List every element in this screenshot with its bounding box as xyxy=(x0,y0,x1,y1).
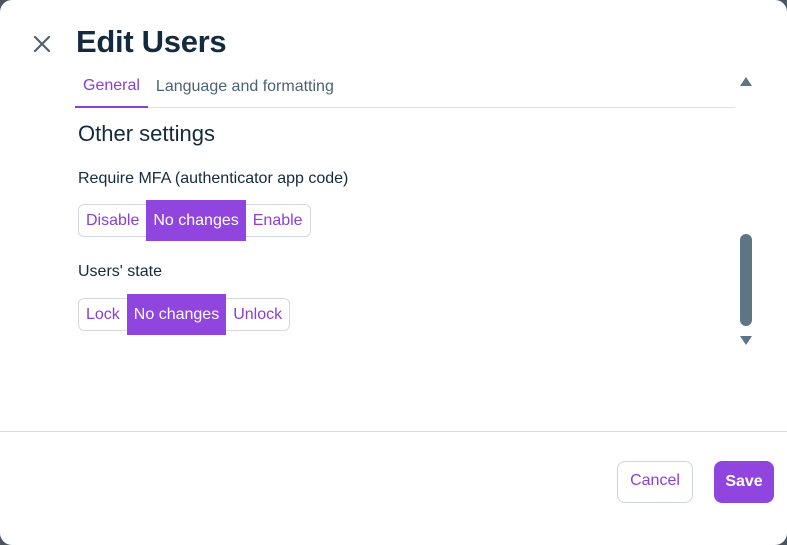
users-state-label: Users' state xyxy=(78,263,162,280)
mfa-disable-option[interactable]: Disable xyxy=(79,205,147,236)
scrollbar-thumb[interactable] xyxy=(740,234,752,326)
section-title: Other settings xyxy=(78,121,215,146)
users-state-segmented-control: Lock No changes Unlock xyxy=(78,294,291,335)
state-lock-option[interactable]: Lock xyxy=(79,299,127,330)
dialog-title: Edit Users xyxy=(76,24,227,59)
triangle-up-icon xyxy=(740,76,752,86)
cancel-button[interactable]: Cancel xyxy=(617,461,693,503)
triangle-down-icon xyxy=(740,335,752,345)
tab-general[interactable]: General xyxy=(75,66,148,108)
state-unlock-option[interactable]: Unlock xyxy=(226,299,290,330)
scroll-down-button[interactable] xyxy=(738,333,754,347)
state-no-changes-option[interactable]: No changes xyxy=(126,294,227,335)
scroll-up-button[interactable] xyxy=(738,74,754,88)
close-button[interactable] xyxy=(28,30,56,58)
mfa-label: Require MFA (authenticator app code) xyxy=(78,170,349,187)
close-icon xyxy=(33,35,51,53)
mfa-segmented-control: Disable No changes Enable xyxy=(78,200,311,241)
footer-divider xyxy=(0,431,787,432)
tab-language-and-formatting[interactable]: Language and formatting xyxy=(148,66,342,107)
save-button[interactable]: Save xyxy=(714,461,774,503)
mfa-enable-option[interactable]: Enable xyxy=(245,205,310,236)
mfa-no-changes-option[interactable]: No changes xyxy=(146,200,246,241)
edit-users-dialog: Edit Users General Language and formatti… xyxy=(0,0,787,545)
tab-bar: General Language and formatting xyxy=(75,66,735,108)
